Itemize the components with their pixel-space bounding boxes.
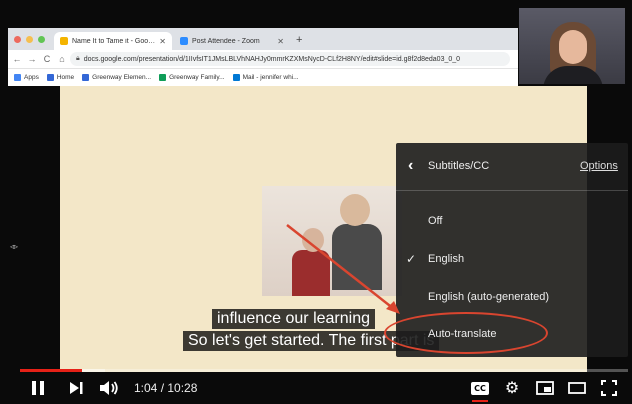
menu-item-label: Off [428, 215, 443, 227]
pause-bar [32, 381, 36, 395]
photo-child-right [332, 224, 382, 290]
menu-title: Subtitles/CC [428, 160, 490, 172]
slide-photo [262, 186, 402, 296]
back-icon[interactable]: ← [11, 54, 23, 64]
menu-item-label: English [428, 253, 465, 265]
bookmark-greenway-elementary[interactable]: Greenway Elemen... [82, 74, 151, 81]
skip-next-icon [70, 382, 83, 394]
maximize-window-icon[interactable] [38, 36, 45, 43]
volume-button[interactable] [98, 378, 120, 398]
url-text: docs.google.com/presentation/d/1IIvfsIT1… [83, 55, 461, 63]
checkmark-icon: ✓ [406, 252, 417, 266]
time-display: 1:04 / 10:28 [134, 381, 198, 395]
browser-window: Name It to Tame it - Google Sli ✕ Post A… [8, 28, 518, 86]
minimize-window-icon[interactable] [26, 36, 33, 43]
theater-mode-button[interactable] [566, 378, 588, 398]
fullscreen-icon [601, 380, 617, 396]
zoom-favicon-icon [180, 37, 188, 45]
address-bar[interactable]: 🔒︎ docs.google.com/presentation/d/1IIvfs… [70, 52, 510, 66]
new-tab-button[interactable]: + [296, 34, 302, 46]
pause-bar [40, 381, 44, 395]
bookmark-home[interactable]: Home [46, 74, 74, 81]
presenter-face [559, 30, 587, 64]
bookmark-greenway-family[interactable]: Greenway Family... [159, 74, 225, 81]
menu-item-english-auto-generated[interactable]: English (auto-generated) [396, 281, 628, 315]
gear-icon: ⚙ [504, 380, 520, 397]
mail-icon [232, 74, 240, 81]
subtitles-menu-header: ‹ Subtitles/CC Options [396, 143, 628, 191]
forward-icon[interactable]: → [26, 54, 38, 64]
bookmark-icon [46, 74, 54, 81]
tab-zoom[interactable]: Post Attendee - Zoom ✕ [174, 32, 290, 50]
menu-item-english[interactable]: ✓ English [396, 243, 628, 277]
tab-label: Post Attendee - Zoom [192, 37, 260, 45]
bookmarks-bar: Apps Home Greenway Elemen... Greenway Fa… [8, 68, 518, 86]
tab-label: Name It to Tame it - Google Sli [72, 37, 156, 45]
subtitles-button[interactable]: CC [470, 378, 490, 402]
miniplayer-icon [536, 381, 554, 395]
chevron-left-icon[interactable]: ‹ [408, 157, 413, 175]
settings-button[interactable]: ⚙ [502, 378, 522, 398]
tab-strip: Name It to Tame it - Google Sli ✕ Post A… [8, 28, 518, 50]
options-link[interactable]: Options [580, 160, 618, 172]
theater-mode-icon [568, 382, 586, 394]
presenter-webcam [519, 8, 625, 84]
miniplayer-button[interactable] [534, 378, 556, 398]
pause-button[interactable] [30, 378, 46, 398]
volume-icon [100, 381, 118, 395]
bookmark-apps[interactable]: Apps [14, 74, 39, 81]
close-window-icon[interactable] [14, 36, 21, 43]
bookmark-icon [82, 74, 90, 81]
photo-child-left-head [302, 228, 324, 252]
next-button[interactable] [68, 378, 84, 398]
annotation-ellipse [384, 312, 548, 354]
lock-icon: 🔒︎ [76, 55, 80, 62]
home-icon[interactable]: ⌂ [56, 54, 68, 64]
bookmark-icon [159, 74, 167, 81]
photo-child-right-head [340, 194, 370, 226]
cc-active-indicator [472, 400, 488, 402]
cc-icon: CC [471, 381, 489, 395]
bookmark-mail[interactable]: Mail - jennifer whi... [232, 74, 299, 81]
fullscreen-button[interactable] [598, 378, 620, 398]
player-controls: 1:04 / 10:28 CC ⚙ [0, 372, 632, 404]
window-controls [14, 36, 45, 43]
side-drag-handle-icon: ◃▹ [10, 242, 19, 251]
photo-child-left [292, 250, 330, 296]
menu-item-label: English (auto-generated) [428, 291, 550, 303]
tab-close-icon[interactable]: ✕ [159, 37, 166, 46]
slides-favicon-icon [60, 37, 68, 45]
video-frame: Name It to Tame it - Google Sli ✕ Post A… [0, 0, 632, 404]
caption-line-1: influence our learning [212, 309, 375, 329]
menu-item-off[interactable]: Off [396, 205, 628, 239]
tab-google-slides[interactable]: Name It to Tame it - Google Sli ✕ [54, 32, 172, 50]
browser-toolbar: ← → C ⌂ 🔒︎ docs.google.com/presentation/… [8, 50, 518, 68]
reload-icon[interactable]: C [41, 54, 53, 64]
apps-grid-icon [14, 74, 21, 81]
tab-close-icon[interactable]: ✕ [277, 37, 284, 46]
